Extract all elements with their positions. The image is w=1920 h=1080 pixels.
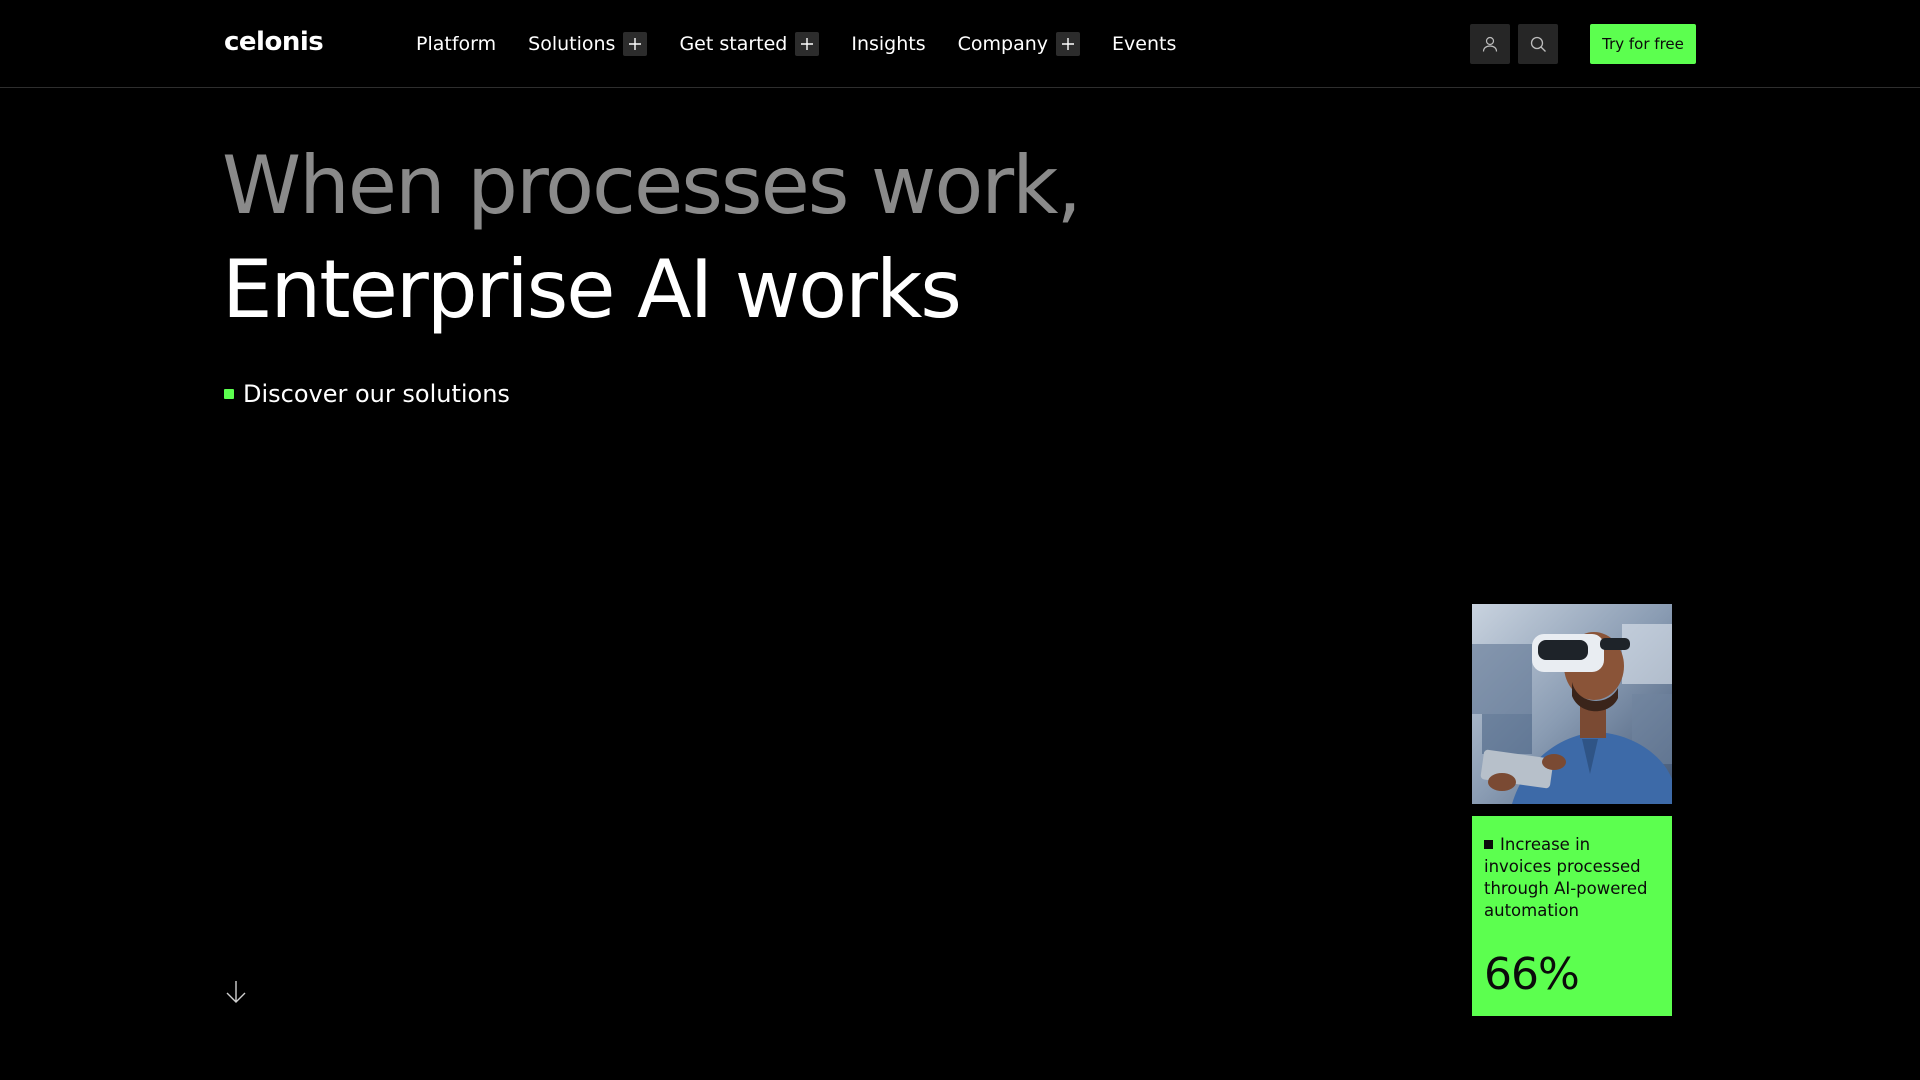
celonis-logo[interactable]: celonis: [224, 27, 324, 57]
site-header: celonis Platform Solutions Get started I…: [0, 0, 1920, 88]
nav-item-events[interactable]: Events: [1112, 33, 1176, 55]
arrow-down-icon: [226, 981, 246, 1003]
bullet-square-icon: [1484, 840, 1493, 849]
headline-line-1: When processes work,: [222, 139, 1082, 232]
nav-label: Insights: [851, 33, 926, 55]
headline-line-2: Enterprise AI works: [222, 243, 962, 336]
plus-icon[interactable]: [795, 32, 820, 56]
nav-label: Solutions: [528, 33, 616, 55]
nav-label: Company: [957, 33, 1049, 55]
user-icon: [1482, 36, 1498, 52]
stat-card: Increase in invoices processed through A…: [1472, 816, 1672, 1016]
nav-label: Get started: [679, 33, 788, 55]
search-icon: [1530, 36, 1546, 52]
nav-label: Platform: [416, 33, 497, 55]
plus-icon[interactable]: [623, 32, 648, 56]
discover-label: Discover our solutions: [243, 380, 510, 408]
nav-item-solutions[interactable]: Solutions: [528, 32, 648, 56]
nav-item-insights[interactable]: Insights: [851, 33, 925, 55]
main-nav: Platform Solutions Get started Insights …: [416, 0, 1176, 88]
nav-item-get-started[interactable]: Get started: [679, 32, 820, 56]
stat-value: 66%: [1484, 949, 1580, 1000]
stat-description: Increase in invoices processed through A…: [1484, 834, 1660, 922]
nav-item-platform[interactable]: Platform: [416, 33, 496, 55]
nav-label: Events: [1112, 33, 1177, 55]
search-button[interactable]: [1518, 24, 1558, 64]
account-button[interactable]: [1470, 24, 1510, 64]
plus-icon[interactable]: [1056, 32, 1081, 56]
stat-description-text: Increase in invoices processed through A…: [1484, 835, 1648, 920]
try-for-free-button[interactable]: Try for free: [1590, 24, 1696, 64]
bullet-square-icon: [224, 389, 234, 399]
discover-solutions-link[interactable]: Discover our solutions: [224, 380, 510, 408]
scroll-down-button[interactable]: [222, 978, 250, 1006]
vr-headset-photo: [1472, 604, 1672, 804]
nav-item-company[interactable]: Company: [957, 32, 1081, 56]
